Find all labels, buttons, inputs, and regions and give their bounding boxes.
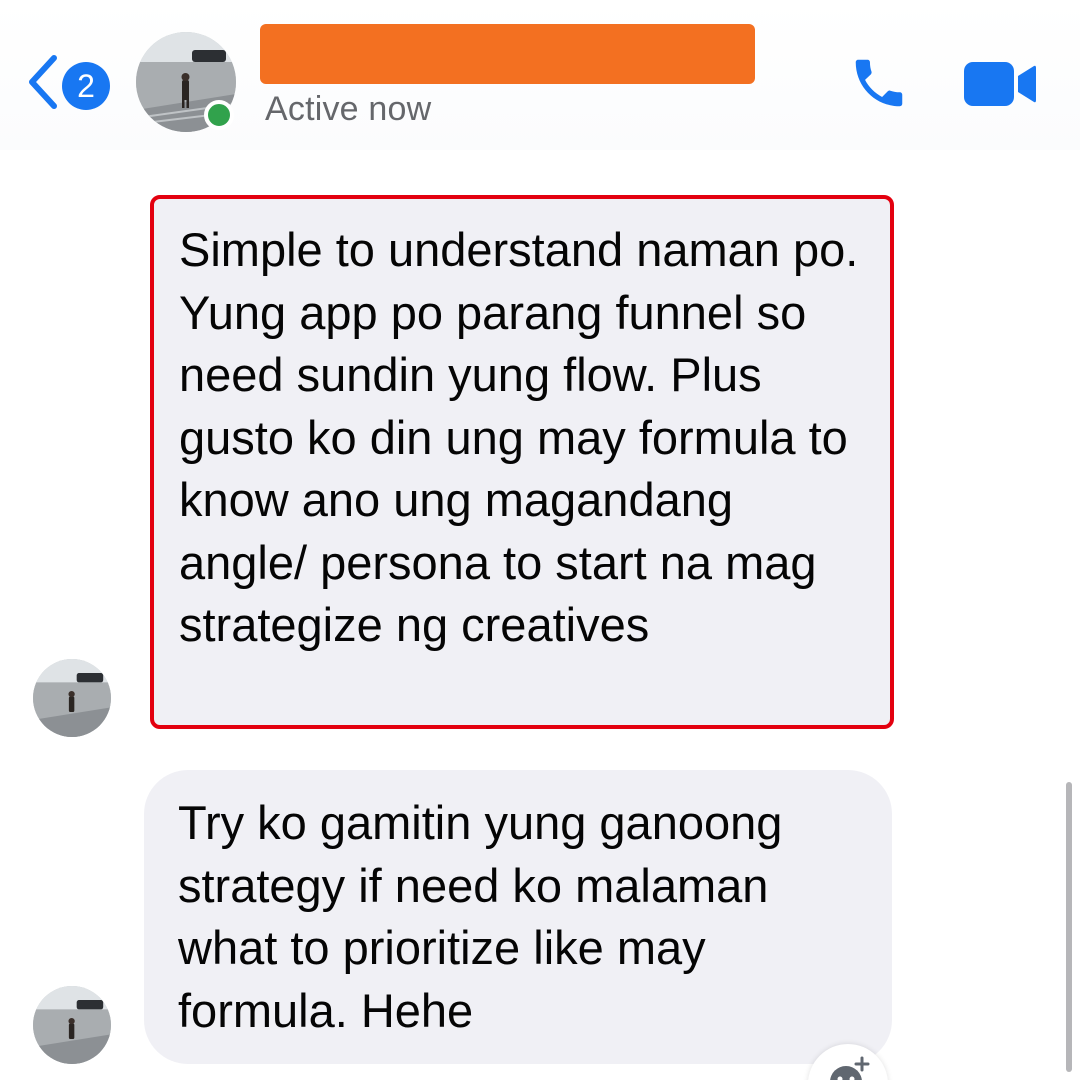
scrollbar[interactable]: [1066, 782, 1072, 1072]
chevron-left-icon: [29, 55, 57, 109]
active-status-text: Active now: [265, 90, 432, 128]
sender-avatar[interactable]: [33, 659, 111, 737]
phone-icon: [855, 59, 903, 107]
video-camera-icon: [964, 62, 1036, 106]
avatar-photo: [33, 659, 111, 737]
back-button[interactable]: 2: [18, 50, 118, 112]
messenger-conversation-screen: 2 Active now Simple to understand naman …: [0, 0, 1080, 1080]
message-bubble[interactable]: Try ko gamitin yung ganoong strategy if …: [144, 770, 892, 1064]
conversation-header: 2 Active now: [0, 0, 1080, 150]
sender-avatar[interactable]: [33, 986, 111, 1064]
unread-count-badge: 2: [62, 62, 110, 110]
audio-call-button[interactable]: [846, 52, 912, 114]
online-status-dot: [204, 100, 234, 130]
avatar-photo: [33, 986, 111, 1064]
video-call-button[interactable]: [962, 60, 1038, 108]
contact-name-redacted[interactable]: [260, 24, 755, 84]
add-reaction-icon: [830, 1056, 870, 1080]
message-bubble-highlighted[interactable]: Simple to understand naman po. Yung app …: [150, 195, 894, 729]
